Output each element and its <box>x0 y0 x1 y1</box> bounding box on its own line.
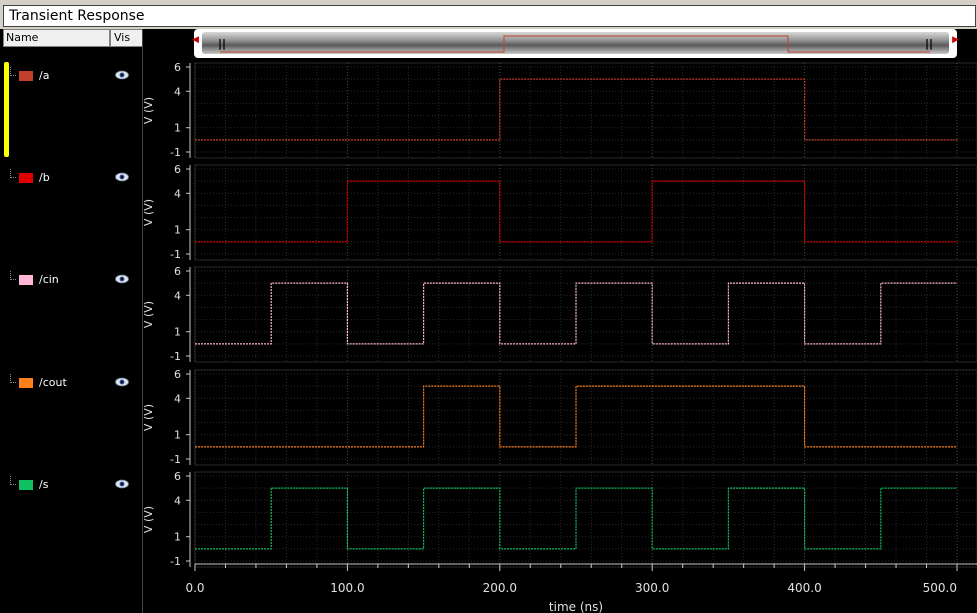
y-tick-label: 6 <box>174 61 181 74</box>
waveform-panel: 6 4 1 -1 V (V) <box>142 265 977 363</box>
signal-color-swatch[interactable] <box>19 378 33 388</box>
x-tick-label: 0.0 <box>185 581 204 595</box>
signal-name: /s <box>39 478 49 491</box>
visibility-eye-icon[interactable] <box>115 479 129 489</box>
y-tick-label: -1 <box>170 146 181 159</box>
x-tick-label: 500.0 <box>923 581 957 595</box>
signal-color-swatch[interactable] <box>19 480 33 490</box>
y-axis-label: V (V) <box>142 199 155 226</box>
x-tick-label: 300.0 <box>635 581 669 595</box>
y-tick-label: 6 <box>174 163 181 176</box>
y-tick-label: -1 <box>170 248 181 261</box>
visibility-eye-icon[interactable] <box>115 70 129 80</box>
tree-connector <box>10 169 16 178</box>
y-axis-label: V (V) <box>142 404 155 431</box>
y-tick-label: 4 <box>174 289 181 302</box>
waveform-panel: 6 4 1 -1 V (V) <box>142 470 977 568</box>
visibility-eye-icon[interactable] <box>115 172 129 182</box>
signal-name: /cin <box>39 273 59 286</box>
window-title-bar: Transient Response <box>0 0 977 29</box>
scroll-left-arrow-icon[interactable]: ◀ <box>192 35 199 45</box>
panel-frame <box>194 266 977 363</box>
signal-row[interactable]: /a <box>0 67 143 87</box>
signal-name: /b <box>39 171 50 184</box>
x-tick-label: 100.0 <box>330 581 364 595</box>
scroll-right-arrow-icon[interactable]: ▶ <box>952 35 959 45</box>
y-tick-label: 1 <box>174 531 181 544</box>
waveform-line <box>195 78 957 141</box>
x-tick-label: 200.0 <box>483 581 517 595</box>
time-scrollbar[interactable]: || || ◀ ▶ <box>192 29 959 58</box>
y-tick-label: 4 <box>174 392 181 405</box>
waveform-panel: 6 4 1 -1 V (V) <box>142 61 977 159</box>
y-tick-label: 1 <box>174 326 181 339</box>
signal-color-swatch[interactable] <box>19 275 33 285</box>
x-tick-label: 400.0 <box>787 581 821 595</box>
waveform-panel: 6 4 1 -1 V (V) <box>142 163 977 261</box>
x-axis-label: time (ns) <box>549 600 603 613</box>
waveform-line <box>195 180 957 243</box>
waveform-line <box>195 385 957 448</box>
signal-name: /cout <box>39 376 67 389</box>
right-grip-handle[interactable]: || <box>925 37 933 50</box>
visibility-eye-icon[interactable] <box>115 377 129 387</box>
y-tick-label: 1 <box>174 122 181 135</box>
signal-row[interactable]: /cout <box>0 374 143 394</box>
title-box: Transient Response <box>3 5 976 27</box>
signal-row[interactable]: /s <box>0 476 143 496</box>
signal-row[interactable]: /cin <box>0 271 143 291</box>
signal-color-swatch[interactable] <box>19 173 33 183</box>
y-tick-label: 1 <box>174 429 181 442</box>
y-tick-label: -1 <box>170 555 181 568</box>
tree-connector <box>10 476 16 485</box>
y-tick-label: 1 <box>174 224 181 237</box>
signal-name: /a <box>39 69 50 82</box>
y-tick-label: -1 <box>170 453 181 466</box>
waveform-plot-area: 6 4 1 -1 V (V) 6 4 1 -1 V (V) 6 4 1 -1 V (V) 6 4 1 -1 V (V)… <box>142 35 977 613</box>
panel-divider[interactable] <box>142 29 143 613</box>
visibility-eye-icon[interactable] <box>115 274 129 284</box>
tree-connector <box>10 67 16 76</box>
waveform-line <box>195 282 957 345</box>
y-tick-label: 6 <box>174 368 181 381</box>
y-axis-label: V (V) <box>142 301 155 328</box>
scrollbar-thumb[interactable]: || || <box>202 32 949 54</box>
panel-frame <box>194 471 977 568</box>
y-tick-label: 4 <box>174 494 181 507</box>
vis-column-header[interactable]: Vis <box>110 29 143 47</box>
y-axis-label: V (V) <box>142 506 155 533</box>
waveform-line <box>195 487 957 550</box>
panel-frame <box>194 164 977 261</box>
waveform-panel: 6 4 1 -1 V (V) <box>142 368 977 466</box>
window-title: Transient Response <box>9 8 145 24</box>
signal-color-swatch[interactable] <box>19 71 33 81</box>
y-tick-label: 4 <box>174 85 181 98</box>
y-tick-label: 6 <box>174 470 181 483</box>
y-tick-label: 4 <box>174 187 181 200</box>
y-axis-label: V (V) <box>142 97 155 124</box>
tree-connector <box>10 374 16 383</box>
signal-list-panel: Name Vis /a/b/cin/cout/s <box>0 29 143 613</box>
y-tick-label: -1 <box>170 350 181 363</box>
left-grip-handle[interactable]: || <box>218 37 226 50</box>
signal-row[interactable]: /b <box>0 169 143 189</box>
panel-frame <box>194 369 977 466</box>
y-tick-label: 6 <box>174 265 181 278</box>
tree-connector <box>10 271 16 280</box>
panel-frame <box>194 62 977 159</box>
name-column-header[interactable]: Name <box>3 29 110 47</box>
